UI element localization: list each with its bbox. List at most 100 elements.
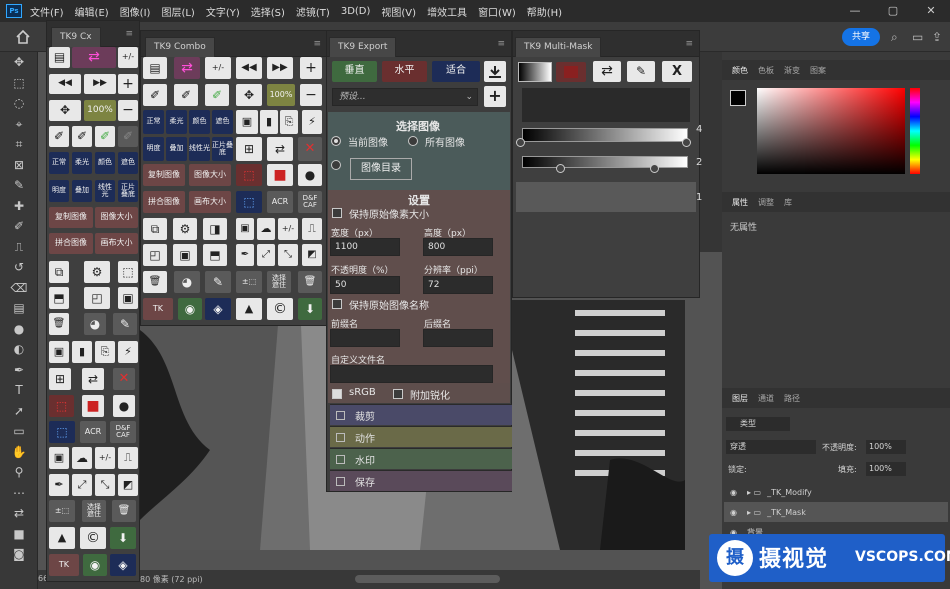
prefix-input[interactable]: [330, 329, 400, 347]
section-crop[interactable]: 裁剪: [330, 404, 512, 425]
color-swatch-icon[interactable]: ■: [0, 524, 38, 545]
lasso-tool-icon[interactable]: ◌: [0, 93, 38, 114]
srgb-checkbox[interactable]: [332, 389, 342, 399]
width-input[interactable]: 1100: [330, 238, 400, 256]
dcaf-button[interactable]: D&F CAF: [298, 191, 322, 213]
brush-button[interactable]: ✐: [205, 84, 229, 106]
prev-button[interactable]: ◀◀: [49, 74, 81, 94]
stamp-button[interactable]: ⎍: [118, 447, 138, 469]
export-download-button[interactable]: [484, 61, 506, 82]
zoom-100-button[interactable]: 100%: [267, 84, 295, 106]
tk-button[interactable]: TK: [143, 298, 173, 320]
menu-filter[interactable]: 滤镜(T): [296, 4, 330, 19]
suffix-input[interactable]: [423, 329, 493, 347]
select-mask-button[interactable]: 选择 遮住: [82, 500, 106, 522]
layer-op-button[interactable]: ⧉: [49, 261, 69, 283]
marquee-tool-icon[interactable]: ⬚: [0, 73, 38, 94]
blend-button[interactable]: 遮色: [212, 110, 233, 134]
minus-button[interactable]: −: [300, 84, 322, 106]
brush-button[interactable]: ✐: [49, 126, 69, 147]
layer-op-button[interactable]: ⬒: [203, 244, 227, 266]
share-button[interactable]: 共享: [842, 28, 880, 46]
red-square-button[interactable]: ■: [82, 395, 104, 417]
flash-button[interactable]: ⚡: [302, 110, 322, 134]
expand-button[interactable]: ⤢: [257, 244, 275, 266]
flatten-button[interactable]: 拼合图像: [143, 191, 185, 213]
section-save[interactable]: 保存: [330, 470, 512, 491]
panel-menu-icon[interactable]: ≡: [313, 39, 321, 49]
triangle-button[interactable]: ▲: [49, 527, 75, 549]
mask-close-button[interactable]: X: [662, 61, 692, 82]
blend-button[interactable]: 遮色: [118, 152, 138, 174]
range-handle[interactable]: [650, 164, 659, 173]
layer-op-button[interactable]: ⬒: [49, 287, 69, 309]
feather-button[interactable]: ✒: [49, 474, 69, 496]
calc-button[interactable]: ⊞: [236, 137, 262, 161]
keep-name-checkbox[interactable]: [332, 299, 342, 309]
swap-layers-button[interactable]: ⇄: [174, 57, 200, 79]
x-button[interactable]: ✕: [113, 368, 135, 390]
select-minus-button[interactable]: ±⬚: [49, 500, 75, 522]
triangle-button[interactable]: ▲: [236, 298, 262, 320]
mask-range-bar[interactable]: [522, 128, 688, 142]
minus-button[interactable]: −: [118, 100, 138, 121]
menu-file[interactable]: 文件(F): [30, 4, 64, 19]
blend-button[interactable]: 颜色: [95, 152, 115, 174]
trash2-button[interactable]: 🗑: [112, 500, 136, 522]
next-button[interactable]: ▶▶: [84, 74, 116, 94]
menu-3d[interactable]: 3D(D): [341, 6, 371, 17]
vertical-button[interactable]: 垂直: [332, 61, 377, 82]
radio-all[interactable]: [408, 136, 418, 146]
drop-button[interactable]: ●: [113, 395, 135, 417]
clip-button[interactable]: ⎘: [95, 341, 115, 363]
layers-button[interactable]: ◈: [205, 298, 231, 320]
range-handle[interactable]: [556, 164, 565, 173]
copyright-button[interactable]: ©: [80, 527, 106, 549]
plusminus-button[interactable]: +/-: [278, 218, 298, 240]
cloud-button[interactable]: ☁: [257, 218, 275, 240]
menu-edit[interactable]: 编辑(E): [75, 4, 109, 19]
mask-range-bar-2[interactable]: [522, 156, 688, 168]
mask-button[interactable]: ◕: [84, 313, 106, 335]
delete-button[interactable]: 🗑: [143, 271, 167, 293]
new-doc-button[interactable]: ▤: [143, 57, 167, 79]
select-minus-button[interactable]: ±⬚: [236, 271, 262, 293]
blend-button[interactable]: 线性光: [189, 137, 210, 161]
blend-button[interactable]: 柔光: [166, 110, 187, 134]
menu-help[interactable]: 帮助(H): [527, 4, 562, 19]
mask-eyedropper-button[interactable]: ✎: [627, 61, 655, 82]
eye-icon[interactable]: ◉: [730, 508, 737, 517]
blend-button[interactable]: 正片叠底: [212, 137, 233, 161]
edge-button[interactable]: ◩: [302, 244, 322, 266]
layer-op-button[interactable]: ⚙: [173, 218, 197, 240]
keep-pixel-checkbox[interactable]: [332, 208, 342, 218]
phone-button[interactable]: ▮: [260, 110, 278, 134]
layer-op-button[interactable]: ▣: [118, 287, 138, 309]
preset-select[interactable]: 预设... ⌄: [332, 88, 478, 106]
menu-select[interactable]: 选择(S): [251, 4, 285, 19]
add-preset-button[interactable]: +: [484, 86, 506, 107]
minimize-button[interactable]: —: [836, 0, 874, 22]
canvas-size-button[interactable]: 画布大小: [189, 191, 231, 213]
plus-button[interactable]: +: [300, 57, 322, 79]
tab-adjustments[interactable]: 调整: [758, 197, 774, 208]
more-tools-icon[interactable]: ⋯: [0, 483, 38, 504]
arrows-button[interactable]: ⇄: [82, 368, 104, 390]
quick-mask-icon[interactable]: ◙: [0, 544, 38, 565]
height-input[interactable]: 800: [423, 238, 493, 256]
tab-tk9mask[interactable]: TK9 Multi-Mask: [515, 37, 602, 57]
blend-button[interactable]: 柔光: [72, 152, 92, 174]
fit-screen-button[interactable]: ✥: [236, 84, 262, 106]
pen-tool-icon[interactable]: ✒: [0, 360, 38, 381]
next-button[interactable]: ▶▶: [267, 57, 293, 79]
blur-icon[interactable]: ●: [0, 319, 38, 340]
sharpen-checkbox[interactable]: [393, 389, 403, 399]
stamp-tool-icon[interactable]: ⎍: [0, 237, 38, 258]
action-checkbox[interactable]: [336, 432, 345, 442]
trash2-button[interactable]: 🗑: [298, 271, 322, 293]
download-button[interactable]: ⬇: [110, 527, 136, 549]
blend-button[interactable]: 线性光: [95, 180, 115, 202]
select-blue-button[interactable]: ⬚: [49, 421, 75, 443]
layer-row[interactable]: ◉ ▸ ▭ _TK_Mask: [724, 502, 948, 522]
expand-button[interactable]: ⤢: [72, 474, 92, 496]
